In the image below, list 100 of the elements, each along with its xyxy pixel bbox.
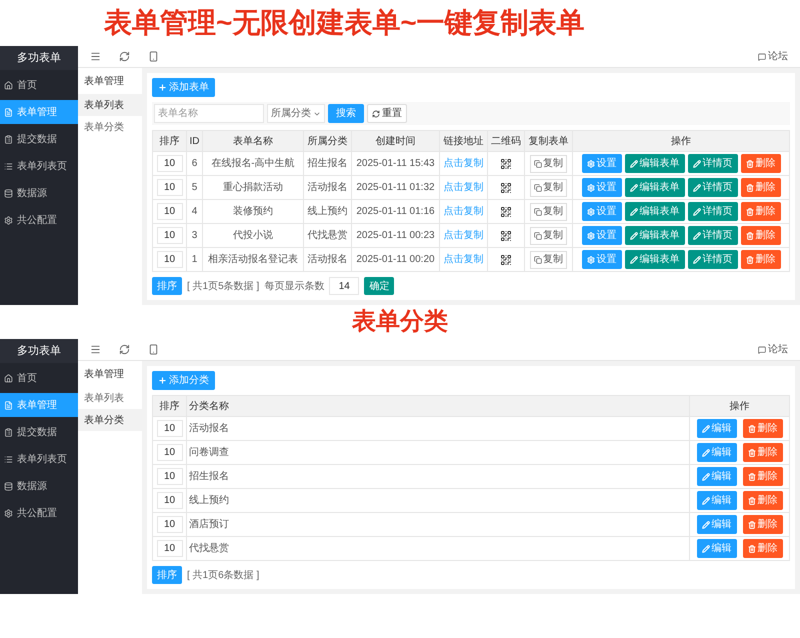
sidebar-item[interactable]: 首页 [0,73,78,97]
delete-button[interactable]: 删除 [742,515,782,534]
mobile-icon[interactable] [148,344,159,355]
edit-form-button[interactable]: 编辑表单 [624,202,685,221]
sidebar-item[interactable]: 表单列表页 [0,154,78,178]
detail-page-button[interactable]: 详情页 [688,202,738,221]
edit-button[interactable]: 编辑 [696,515,736,534]
edit-button[interactable]: 编辑 [696,539,736,558]
copy-button[interactable]: 复制 [530,178,568,196]
subnav-item[interactable]: 表单分类 [78,409,142,431]
sidebar-item[interactable]: 首页 [0,366,78,390]
sidebar-item[interactable]: 共公配置 [0,501,78,525]
detail-page-button[interactable]: 详情页 [688,250,738,269]
copy-button[interactable]: 复制 [530,202,568,220]
sort-input[interactable]: 10 [156,227,182,244]
forum-link[interactable]: 论坛 [758,342,788,357]
table-cell: 代找悬赏 [303,224,352,248]
add-button[interactable]: 添加表单 [152,78,215,97]
qr-code-icon[interactable] [500,230,512,242]
column-header: 操作 [572,130,790,152]
edit-form-button[interactable]: 编辑表单 [624,154,685,173]
refresh-icon[interactable] [119,51,130,62]
settings-icon [586,160,595,168]
qr-code-icon[interactable] [500,206,512,218]
subnav-item[interactable]: 表单列表 [78,94,142,116]
trash-icon [746,232,754,240]
edit-form-button[interactable]: 编辑表单 [624,226,685,245]
delete-button[interactable]: 删除 [742,467,782,486]
copy-icon [534,184,542,192]
copy-button[interactable]: 复制 [530,250,568,268]
refresh-icon[interactable] [119,344,130,355]
copy-button[interactable]: 复制 [530,226,568,244]
sidebar-item[interactable]: 表单管理 [0,393,78,417]
table-cell: 酒店预订 [186,512,690,536]
refresh-icon [372,110,380,118]
detail-page-button[interactable]: 详情页 [688,154,738,173]
trash-icon [746,184,754,192]
delete-button[interactable]: 删除 [740,250,781,269]
sidebar-item[interactable]: 数据源 [0,474,78,498]
qr-code-icon[interactable] [500,182,512,194]
sidebar-item[interactable]: 提交数据 [0,127,78,151]
edit-button[interactable]: 编辑 [696,419,736,438]
delete-button[interactable]: 删除 [742,443,782,462]
qr-code-icon[interactable] [500,254,512,266]
table-cell: 活动报名 [303,248,352,272]
search-field[interactable]: 表单名称 [154,104,264,123]
table-cell: 在线报名-高中生航 [202,152,304,176]
delete-button[interactable]: 删除 [742,491,782,510]
copy-icon [534,232,542,240]
delete-button[interactable]: 删除 [740,178,781,197]
delete-button[interactable]: 删除 [740,202,781,221]
sidebar-item[interactable]: 表单管理 [0,100,78,124]
table-cell: 活动报名 [186,416,690,440]
sort-input[interactable]: 10 [156,492,182,509]
detail-page-button[interactable]: 详情页 [688,226,738,245]
sort-input[interactable]: 10 [156,444,182,461]
column-header: 创建时间 [351,130,440,152]
sort-input[interactable]: 10 [156,468,182,485]
subnav-item[interactable]: 表单分类 [78,116,142,138]
sidebar-item[interactable]: 提交数据 [0,420,78,444]
sort-input[interactable]: 10 [156,516,182,533]
edit-form-button[interactable]: 编辑表单 [624,250,685,269]
table-cell: 装修预约 [202,200,304,224]
sidebar-item[interactable]: 共公配置 [0,208,78,232]
search-button[interactable]: 搜索 [328,104,364,123]
settings-button[interactable]: 设置 [582,202,622,221]
confirm-button[interactable]: 确定 [364,277,394,295]
add-button[interactable]: 添加分类 [152,371,215,390]
sidebar-item[interactable]: 数据源 [0,181,78,205]
edit-form-button[interactable]: 编辑表单 [624,178,685,197]
forum-link[interactable]: 论坛 [758,49,788,64]
sort-input[interactable]: 10 [156,251,182,268]
sort-input[interactable]: 10 [156,179,182,196]
qr-code-icon[interactable] [500,158,512,170]
sort-button[interactable]: 排序 [152,566,182,584]
copy-button[interactable]: 复制 [530,154,568,172]
settings-button[interactable]: 设置 [582,154,622,173]
reset-button[interactable]: 重置 [367,104,407,123]
delete-button[interactable]: 删除 [740,226,781,245]
sort-input[interactable]: 10 [156,203,182,220]
settings-button[interactable]: 设置 [582,178,622,197]
sort-input[interactable]: 10 [156,420,182,437]
per-page-input[interactable]: 14 [329,277,360,295]
edit-button[interactable]: 编辑 [696,467,736,486]
delete-button[interactable]: 删除 [740,154,781,173]
delete-button[interactable]: 删除 [742,419,782,438]
delete-button[interactable]: 删除 [742,539,782,558]
detail-page-button[interactable]: 详情页 [688,178,738,197]
settings-button[interactable]: 设置 [582,250,622,269]
category-dropdown[interactable]: 所属分类 [267,104,325,123]
copy-icon [534,160,542,168]
settings-button[interactable]: 设置 [582,226,622,245]
sort-input[interactable]: 10 [156,540,182,557]
sidebar-item[interactable]: 表单列表页 [0,447,78,471]
sort-input[interactable]: 10 [156,155,182,172]
sort-button[interactable]: 排序 [152,277,182,295]
mobile-icon[interactable] [148,51,159,62]
edit-button[interactable]: 编辑 [696,443,736,462]
edit-button[interactable]: 编辑 [696,491,736,510]
subnav-item[interactable]: 表单列表 [78,387,142,409]
